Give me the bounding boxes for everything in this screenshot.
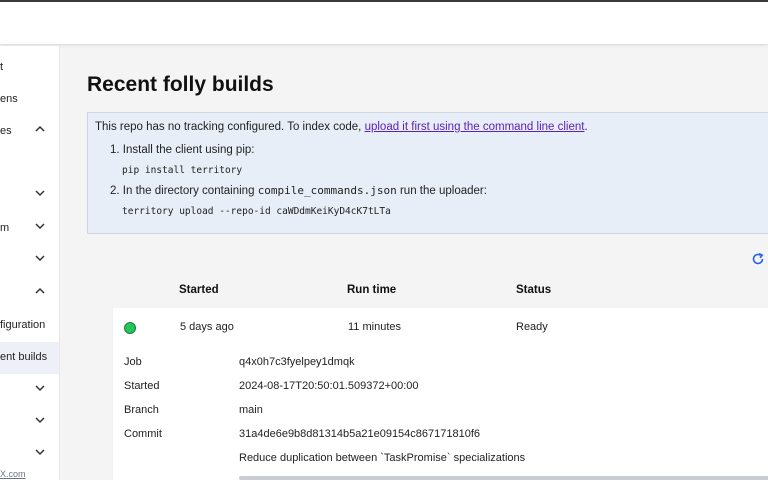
build-started: 5 days ago xyxy=(180,321,234,333)
sidebar-item[interactable] xyxy=(0,375,59,407)
sidebar-footer: X.com xyxy=(0,469,26,479)
chevron-down-icon[interactable] xyxy=(34,414,46,426)
header-status[interactable]: Status xyxy=(516,284,551,296)
started-timestamp: 2024-08-17T20:50:01.509372+00:00 xyxy=(239,380,419,392)
chevron-down-icon[interactable] xyxy=(34,187,46,199)
step-1: 1. Install the client using pip: xyxy=(110,144,255,156)
status-ready-icon xyxy=(124,322,136,334)
upload-link[interactable]: upload it first using the command line c… xyxy=(365,121,585,133)
sidebar-item[interactable] xyxy=(0,278,59,310)
sidebar-item-label: es xyxy=(0,125,12,137)
sidebar-item[interactable] xyxy=(0,407,59,439)
sidebar-item[interactable] xyxy=(0,439,59,471)
footer-link[interactable]: X.com xyxy=(0,469,26,479)
sidebar-item-label: ens xyxy=(0,93,18,105)
sidebar-item[interactable]: ent builds xyxy=(0,342,59,374)
commit-hash[interactable]: 31a4de6e9b8d81314b5a21e09154c867171810f6 xyxy=(239,428,480,440)
chevron-down-icon[interactable] xyxy=(34,382,46,394)
sidebar-item[interactable]: es xyxy=(0,116,59,148)
sidebar-item[interactable] xyxy=(0,148,59,180)
job-id: q4x0h7c3fyelpey1dmqk xyxy=(239,356,355,368)
header-started[interactable]: Started xyxy=(179,284,219,296)
sidebar-item[interactable] xyxy=(0,180,59,212)
compile-commands-file: compile_commands.json xyxy=(257,184,397,197)
sidebar-item[interactable]: m xyxy=(0,213,59,245)
sidebar-item[interactable]: ens xyxy=(0,84,59,116)
branch-name: main xyxy=(239,404,263,416)
sidebar-item-label: ent builds xyxy=(0,351,48,363)
chevron-down-icon[interactable] xyxy=(34,252,46,264)
sidebar-item-label: m xyxy=(0,222,10,234)
commit-label: Commit xyxy=(124,428,162,440)
notice-text: This repo has no tracking configured. To… xyxy=(95,121,588,133)
refresh-icon[interactable] xyxy=(751,252,765,266)
started-label: Started xyxy=(124,380,160,392)
chevron-up-icon[interactable] xyxy=(34,285,46,297)
top-bar xyxy=(0,0,768,44)
upload-command: territory upload --repo-id caWDdmKeiKyD4… xyxy=(122,206,391,217)
sidebar-item-label: figuration xyxy=(0,319,46,331)
chevron-down-icon[interactable] xyxy=(34,220,46,232)
sidebar-item[interactable] xyxy=(0,245,59,277)
page-title: Recent folly builds xyxy=(87,73,274,96)
branch-label: Branch xyxy=(124,404,159,416)
build-run-time: 11 minutes xyxy=(348,321,401,333)
tracking-notice: This repo has no tracking configured. To… xyxy=(87,112,768,234)
header-run-time[interactable]: Run time xyxy=(347,284,396,296)
step-2: 2. In the directory containing compile_c… xyxy=(110,184,487,197)
build-status: Ready xyxy=(516,321,548,333)
sidebar-item[interactable]: figuration xyxy=(0,310,59,342)
pip-command: pip install territory xyxy=(122,165,243,176)
build-row[interactable]: 5 days ago 11 minutes Ready Job q4x0h7c3… xyxy=(113,308,768,480)
chevron-up-icon[interactable] xyxy=(34,123,46,135)
job-label: Job xyxy=(124,356,142,368)
commit-body-text xyxy=(239,476,768,480)
sidebar-item[interactable]: t xyxy=(0,52,59,84)
main-content: Recent folly builds This repo has no tra… xyxy=(60,46,768,480)
sidebar-item-label: t xyxy=(0,61,4,73)
chevron-down-icon[interactable] xyxy=(34,446,46,458)
sidebar: t ens es m figuration ent builds X.com xyxy=(0,46,60,480)
commit-message: Reduce duplication between `TaskPromise`… xyxy=(239,452,526,464)
